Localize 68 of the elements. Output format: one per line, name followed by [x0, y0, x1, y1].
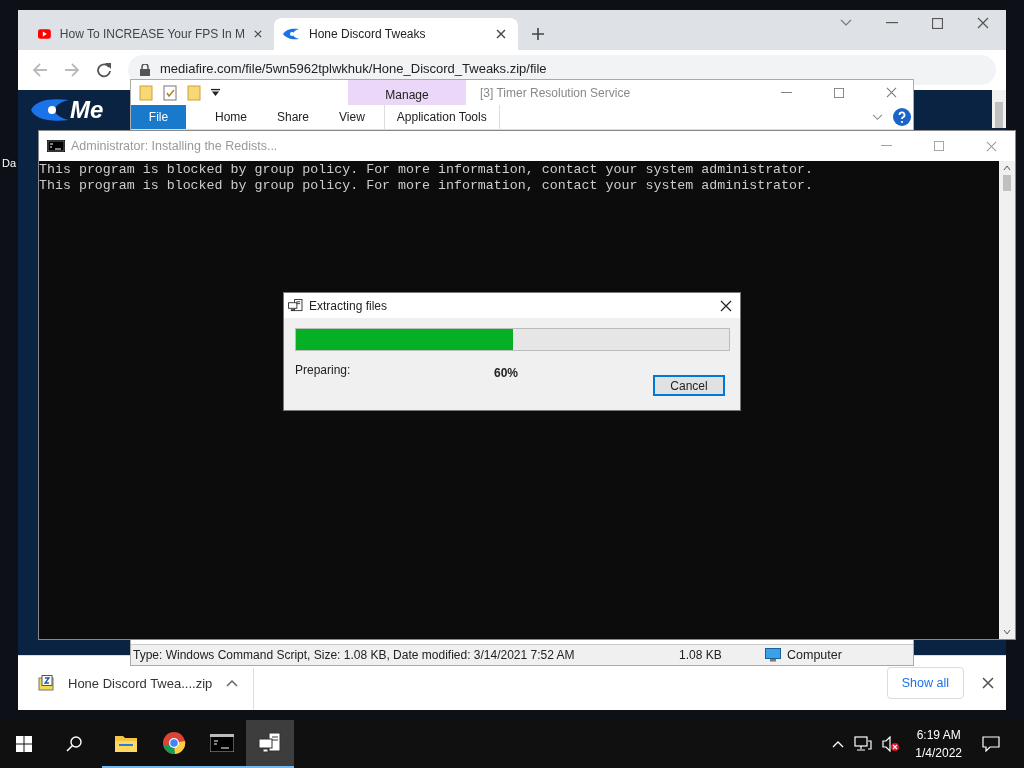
- chevron-up-icon: [226, 679, 239, 687]
- folder-icon: [114, 733, 138, 753]
- new-tab-icon[interactable]: [532, 28, 544, 40]
- maximize-icon[interactable]: [934, 141, 944, 151]
- scroll-down-icon[interactable]: [1003, 629, 1011, 635]
- scrollbar[interactable]: [999, 161, 1015, 639]
- computers-icon: [288, 299, 303, 312]
- reload-icon[interactable]: [96, 62, 112, 78]
- play-icon: [38, 28, 51, 40]
- close-icon[interactable]: [982, 677, 994, 689]
- console-line: This program is blocked by group policy. For more information, contact your system administrator.: [39, 178, 814, 194]
- context-tab-header: Manage: [348, 80, 466, 105]
- windows-logo-icon[interactable]: [16, 736, 32, 752]
- ribbon-tab[interactable]: Share: [262, 105, 325, 129]
- monitor-icon: [765, 648, 781, 662]
- percent-text: 60%: [494, 366, 519, 380]
- help-icon[interactable]: [893, 108, 911, 126]
- desktop-icon-label[interactable]: Da: [2, 157, 17, 169]
- computers-icon: [258, 732, 282, 754]
- properties-icon[interactable]: [163, 84, 177, 101]
- window-title: Administrator: Installing the Redists...: [71, 139, 278, 153]
- console-icon: [210, 734, 234, 752]
- search-icon[interactable]: [66, 736, 82, 752]
- scroll-up-icon[interactable]: [1003, 165, 1011, 171]
- maximize-icon[interactable]: [932, 17, 943, 29]
- download-item[interactable]: Hone Discord Twea....zip: [18, 668, 254, 710]
- browser-tab[interactable]: How To INCREASE Your FPS In M: [30, 18, 274, 50]
- status-text: Computer: [787, 648, 842, 662]
- chevron-up-icon[interactable]: [832, 740, 845, 748]
- taskbar-app[interactable]: [246, 720, 294, 768]
- dropdown-icon[interactable]: [211, 88, 220, 97]
- time-text: 6:19 AM: [916, 728, 961, 742]
- file-tab[interactable]: File: [131, 105, 186, 129]
- network-icon[interactable]: [854, 736, 873, 752]
- window-title: [3] Timer Resolution Service: [480, 85, 631, 100]
- cancel-button[interactable]: Cancel: [653, 375, 725, 396]
- date-text: 1/4/2022: [915, 746, 962, 760]
- ribbon-tab[interactable]: View: [324, 105, 380, 129]
- clock[interactable]: 6:19 AM 1/4/2022: [915, 728, 962, 760]
- flame-icon: [282, 28, 300, 40]
- browser-icon: [162, 731, 186, 755]
- status-text: Type: Windows Command Script, Size: 1.08 KB, Date modified: 3/14/2021 7:52 AM: [133, 648, 576, 662]
- status-text: 1.08 KB: [679, 648, 723, 662]
- minimize-icon[interactable]: [881, 145, 892, 147]
- lock-icon: [140, 64, 150, 76]
- chevron-down-icon[interactable]: [872, 113, 883, 121]
- minimize-icon[interactable]: [781, 91, 792, 94]
- muted-speaker-icon[interactable]: [882, 736, 901, 752]
- dialog-title: Extracting files: [309, 298, 388, 313]
- chevron-down-icon[interactable]: [840, 19, 852, 27]
- scroll-thumb[interactable]: [1003, 175, 1011, 191]
- close-icon[interactable]: [496, 29, 506, 39]
- console-line: This program is blocked by group policy. For more information, contact your system administrator.: [39, 162, 814, 178]
- ribbon-tab[interactable]: Home: [200, 105, 262, 129]
- archive-icon: [38, 675, 54, 691]
- scrollbar[interactable]: [992, 90, 1006, 128]
- flame-icon: [30, 98, 70, 122]
- scroll-thumb[interactable]: [995, 102, 1003, 128]
- site-logo-text[interactable]: Me: [70, 96, 104, 124]
- close-icon[interactable]: [254, 29, 262, 39]
- console-icon: [47, 140, 65, 152]
- maximize-icon[interactable]: [834, 87, 844, 98]
- show-all-button[interactable]: Show all: [886, 667, 964, 699]
- browser-tab[interactable]: Hone Discord Tweaks: [274, 18, 518, 50]
- minimize-icon[interactable]: [886, 22, 898, 24]
- status-label: Preparing:: [295, 363, 352, 377]
- notifications-icon[interactable]: [982, 736, 1000, 752]
- close-icon[interactable]: [720, 299, 732, 312]
